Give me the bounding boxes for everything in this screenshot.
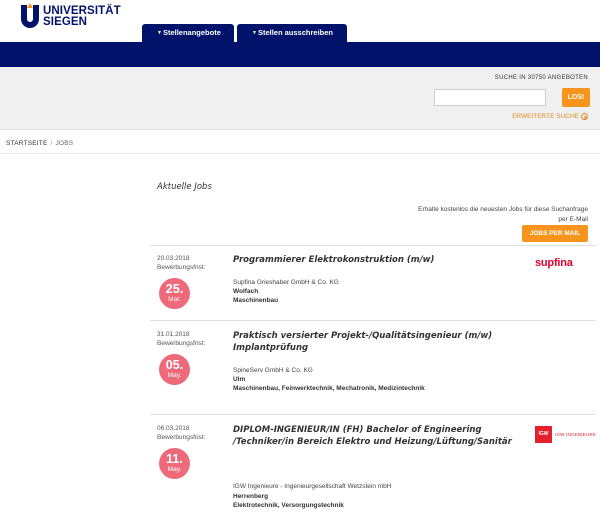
job-fields: Maschinenbau, Feinwerktechnik, Mechatron… xyxy=(233,385,425,392)
breadcrumb-home[interactable]: STARTSEITE xyxy=(6,140,48,147)
divider xyxy=(150,245,596,246)
job-title-link[interactable]: Programmierer Elektrokonstruktion (m/w) xyxy=(233,254,523,266)
job-city: Ulm xyxy=(233,376,246,383)
deadline-day: 05. xyxy=(165,358,184,372)
company-logo[interactable]: IGW IGW INGENIEURE xyxy=(535,426,596,443)
university-logo-text: UNIVERSITÄT SIEGEN xyxy=(43,5,121,28)
job-date: 06.03.2018 xyxy=(157,425,190,432)
jobs-per-mail-button[interactable]: JOBS PER MAIL xyxy=(522,225,588,242)
job-city: Herrenberg xyxy=(233,493,269,500)
site-header: UNIVERSITÄT SIEGEN ▼Stellenangebote ▼Ste… xyxy=(0,0,600,42)
divider xyxy=(150,320,596,321)
igw-logo-word: IGW INGENIEURE xyxy=(555,432,597,437)
deadline-label: Bewerbungsfrist: xyxy=(157,434,206,441)
deadline-month: May. xyxy=(167,372,182,379)
caret-down-icon: ▼ xyxy=(157,30,162,36)
company-logo[interactable]: supfina xyxy=(535,257,573,269)
caret-down-icon: ▼ xyxy=(252,30,257,36)
deadline-badge: 25. Mar. xyxy=(159,278,190,309)
main-tabs: ▼Stellenangebote ▼Stellen ausschreiben xyxy=(142,24,347,42)
job-company: IGW Ingenieure - Ingenieurgesellschaft W… xyxy=(233,483,392,490)
search-input[interactable] xyxy=(434,89,546,106)
breadcrumb-separator: / xyxy=(50,140,53,147)
deadline-month: May. xyxy=(167,466,182,473)
search-title: SUCHE IN 30750 ANGEBOTEN xyxy=(494,75,588,81)
job-company: Supfina Grieshaber GmbH & Co. KG xyxy=(233,279,339,286)
university-logo[interactable]: UNIVERSITÄT SIEGEN xyxy=(19,3,121,29)
job-title-link[interactable]: Praktisch versierter Projekt-/Qualitätsi… xyxy=(233,330,523,354)
deadline-label: Bewerbungsfrist: xyxy=(157,340,206,347)
tab-stellenangebote[interactable]: ▼Stellenangebote xyxy=(142,24,234,42)
job-company: SpineServ GmbH & Co. KG xyxy=(233,367,313,374)
search-button[interactable]: LOS! xyxy=(562,88,590,107)
section-title: Aktuelle Jobs xyxy=(157,182,212,192)
divider xyxy=(150,414,596,415)
search-panel: SUCHE IN 30750 ANGEBOTEN LOS! ERWEITERTE… xyxy=(0,67,600,130)
deadline-label: Bewerbungsfrist: xyxy=(157,264,206,271)
deadline-day: 25. xyxy=(165,282,184,296)
advanced-search-label: ERWEITERTE SUCHE xyxy=(512,113,579,120)
tab-label: Stellenangebote xyxy=(162,28,221,37)
job-date: 31.01.2018 xyxy=(157,331,190,338)
job-date: 20.03.2018 xyxy=(157,255,190,262)
mail-subscription-text: Erhalte kostenlos die neuesten Jobs für … xyxy=(418,206,588,223)
job-city: Wolfach xyxy=(233,288,259,295)
job-fields: Maschinenbau xyxy=(233,297,279,304)
job-title-link[interactable]: DIPLOM-INGENIEUR/IN (FH) Bachelor of Eng… xyxy=(233,424,513,448)
university-logo-mark-icon xyxy=(21,3,39,28)
breadcrumb: STARTSEITE / JOBS xyxy=(6,140,73,147)
advanced-search-link[interactable]: ERWEITERTE SUCHE xyxy=(512,113,588,120)
deadline-day: 11. xyxy=(166,452,183,466)
chevron-circle-right-icon xyxy=(581,113,588,120)
deadline-badge: 05. May. xyxy=(159,354,190,385)
job-fields: Elektrotechnik, Versorgungstechnik xyxy=(233,502,344,509)
tab-label: Stellen ausschreiben xyxy=(257,28,333,37)
navigation-bar xyxy=(0,42,600,67)
deadline-month: Mar. xyxy=(168,296,181,303)
igw-logo-mark: IGW xyxy=(535,426,552,443)
logo-line-2: SIEGEN xyxy=(43,16,88,28)
deadline-badge: 11. May. xyxy=(159,448,190,479)
breadcrumb-current: JOBS xyxy=(55,140,74,147)
divider xyxy=(0,153,600,154)
tab-stellen-ausschreiben[interactable]: ▼Stellen ausschreiben xyxy=(237,24,347,42)
